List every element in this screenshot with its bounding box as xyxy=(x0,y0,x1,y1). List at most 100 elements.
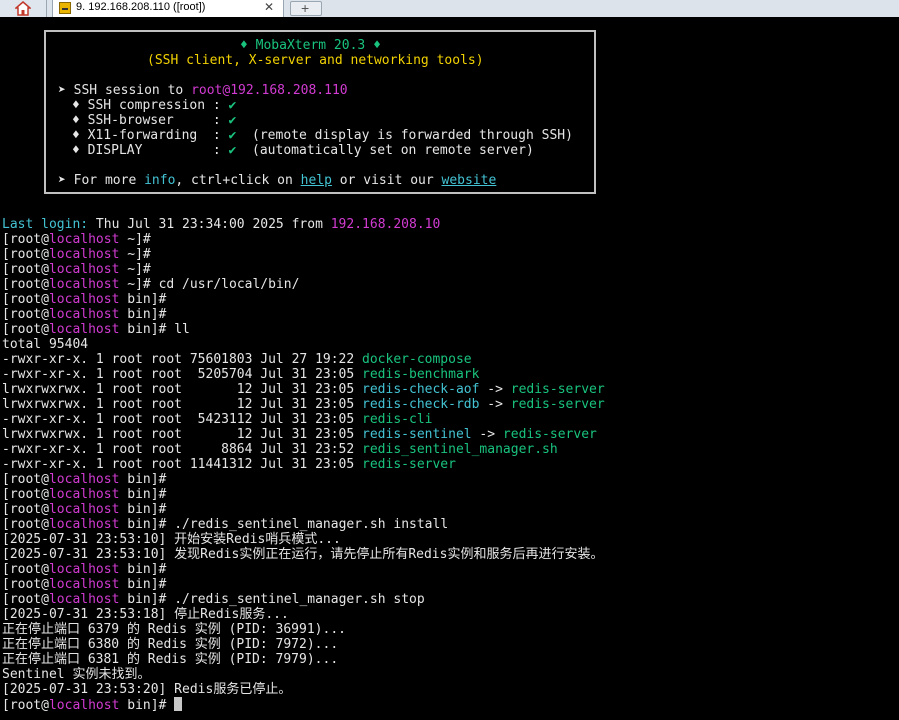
prompt-line: [root@localhost ~]# xyxy=(2,247,159,262)
output-line: [2025-07-31 23:53:20] Redis服务已停止。 xyxy=(2,682,292,697)
session-host: @192.168.208.110 xyxy=(222,83,348,98)
last-login-line: Last login: Thu Jul 31 23:34:00 2025 fro… xyxy=(2,217,440,232)
output-line: 正在停止端口 6379 的 Redis 实例 (PID: 36991)... xyxy=(2,622,346,637)
banner-more-line: ➤ For more info, ctrl+click on help or v… xyxy=(58,173,496,188)
more-mid: , ctrl+click on xyxy=(175,173,301,188)
feature-note: (automatically set on remote server) xyxy=(236,143,534,158)
new-tab-button[interactable]: + xyxy=(290,0,322,16)
prompt-line-install: [root@localhost bin]# ./redis_sentinel_m… xyxy=(2,517,448,532)
check-icon: ✔ xyxy=(228,113,237,128)
prompt-line-ll: [root@localhost bin]# ll xyxy=(2,322,190,337)
prompt-open: [root@ xyxy=(2,307,49,322)
prompt-open: [root@ xyxy=(2,247,49,262)
prompt-open: [root@ xyxy=(2,592,49,607)
banner-title-line: ♦ MobaXterm 20.3 ♦ xyxy=(240,38,381,53)
more-mid2: or visit our xyxy=(331,173,442,188)
session-user: root xyxy=(191,83,223,98)
prompt-dir: bin]# xyxy=(119,698,175,713)
banner-session-line: ➤ SSH session to root@192.168.208.110 xyxy=(58,83,348,98)
ls-arrow: -> xyxy=(479,397,511,412)
ls-target: redis-server xyxy=(510,382,605,397)
close-icon[interactable]: ✕ xyxy=(264,0,274,14)
prompt-dir: bin]# xyxy=(119,472,175,487)
ls-target: redis-server xyxy=(502,427,597,442)
prompt-open: [root@ xyxy=(2,232,49,247)
prompt-dir: bin]# xyxy=(119,517,175,532)
prompt-line-stop: [root@localhost bin]# ./redis_sentinel_m… xyxy=(2,592,425,607)
info-link[interactable]: info xyxy=(144,173,175,188)
ls-filename: redis-benchmark xyxy=(362,367,480,382)
feature-label: SSH compression : xyxy=(87,98,229,113)
output-line: [2025-07-31 23:53:18] 停止Redis服务... xyxy=(2,607,289,622)
output-line: 正在停止端口 6380 的 Redis 实例 (PID: 7972)... xyxy=(2,637,339,652)
tab-bar: 9. 192.168.208.110 ([root]) ✕ + xyxy=(0,0,899,18)
ssh-session-icon xyxy=(59,2,71,14)
last-login-ip: 192.168.208.10 xyxy=(330,217,441,232)
prompt-dir: ~]# xyxy=(119,232,159,247)
prompt-line-current: [root@localhost bin]# xyxy=(2,697,183,713)
bullet-icon: ♦ xyxy=(72,113,80,128)
banner-title: MobaXterm 20.3 xyxy=(255,38,366,53)
welcome-banner: ♦ MobaXterm 20.3 ♦ (SSH client, X-server… xyxy=(44,30,596,194)
prompt-line: [root@localhost bin]# xyxy=(2,577,174,592)
ls-meta: -rwxr-xr-x. 1 root root 75601803 Jul 27 … xyxy=(2,352,363,367)
prompt-open: [root@ xyxy=(2,262,49,277)
prompt-host: localhost xyxy=(48,577,120,592)
output-line: [2025-07-31 23:53:10] 开始安装Redis哨兵模式... xyxy=(2,532,341,547)
prompt-line: [root@localhost bin]# xyxy=(2,487,174,502)
feature-display: ♦ DISPLAY : ✔ (automatically set on remo… xyxy=(72,143,534,158)
feature-note: (remote display is forwarded through SSH… xyxy=(236,128,573,143)
prompt-open: [root@ xyxy=(2,472,49,487)
prompt-host: localhost xyxy=(48,502,120,517)
plus-icon: + xyxy=(301,0,310,16)
bullet-icon: ♦ xyxy=(72,128,80,143)
terminal-cursor[interactable] xyxy=(174,697,183,711)
ls-filename: redis_sentinel_manager.sh xyxy=(362,442,558,457)
prompt-open: [root@ xyxy=(2,577,49,592)
ls-filename: redis-check-rdb xyxy=(362,397,480,412)
session-prefix: ➤ SSH session to xyxy=(58,83,192,98)
ls-row: lrwxrwxrwx. 1 root root 12 Jul 31 23:05 … xyxy=(2,397,605,412)
more-prefix: ➤ For more xyxy=(58,173,145,188)
prompt-open: [root@ xyxy=(2,322,49,337)
session-tab[interactable]: 9. 192.168.208.110 ([root]) ✕ xyxy=(52,0,284,17)
prompt-host: localhost xyxy=(48,232,120,247)
prompt-host: localhost xyxy=(48,307,120,322)
command-text: ll xyxy=(174,322,190,337)
prompt-open: [root@ xyxy=(2,292,49,307)
check-icon: ✔ xyxy=(228,98,237,113)
last-login-label: Last login: xyxy=(2,217,89,232)
ls-filename: docker-compose xyxy=(362,352,472,367)
prompt-host: localhost xyxy=(48,292,120,307)
prompt-dir: bin]# xyxy=(119,322,175,337)
terminal-output[interactable]: ♦ MobaXterm 20.3 ♦ (SSH client, X-server… xyxy=(0,17,899,720)
prompt-line: [root@localhost bin]# xyxy=(2,562,174,577)
ls-arrow: -> xyxy=(471,427,503,442)
feature-x11-forwarding: ♦ X11-forwarding : ✔ (remote display is … xyxy=(72,128,573,143)
ls-filename: redis-check-aof xyxy=(362,382,480,397)
leaf-icon: ♦ xyxy=(373,38,381,53)
session-tab-title: 9. 192.168.208.110 ([root]) xyxy=(76,1,206,13)
ls-meta: lrwxrwxrwx. 1 root root 12 Jul 31 23:05 xyxy=(2,382,363,397)
leaf-icon: ♦ xyxy=(240,38,248,53)
prompt-host: localhost xyxy=(48,562,120,577)
feature-ssh-browser: ♦ SSH-browser : ✔ xyxy=(72,113,236,128)
ls-row: -rwxr-xr-x. 1 root root 75601803 Jul 27 … xyxy=(2,352,472,367)
prompt-line: [root@localhost ~]# xyxy=(2,262,159,277)
prompt-open: [root@ xyxy=(2,277,49,292)
command-text: ./redis_sentinel_manager.sh stop xyxy=(174,592,425,607)
prompt-host: localhost xyxy=(48,517,120,532)
prompt-line: [root@localhost bin]# xyxy=(2,292,174,307)
home-tab-button[interactable] xyxy=(0,0,47,17)
help-link[interactable]: help xyxy=(301,173,332,188)
prompt-line-cd: [root@localhost ~]# cd /usr/local/bin/ xyxy=(2,277,299,292)
prompt-open: [root@ xyxy=(2,562,49,577)
website-link[interactable]: website xyxy=(442,173,497,188)
bullet-icon: ♦ xyxy=(72,143,80,158)
ls-row: lrwxrwxrwx. 1 root root 12 Jul 31 23:05 … xyxy=(2,382,605,397)
ls-meta: -rwxr-xr-x. 1 root root 8864 Jul 31 23:5… xyxy=(2,442,363,457)
prompt-host: localhost xyxy=(48,592,120,607)
ls-meta: -rwxr-xr-x. 1 root root 5423112 Jul 31 2… xyxy=(2,412,363,427)
prompt-open: [root@ xyxy=(2,487,49,502)
command-text: cd /usr/local/bin/ xyxy=(158,277,300,292)
